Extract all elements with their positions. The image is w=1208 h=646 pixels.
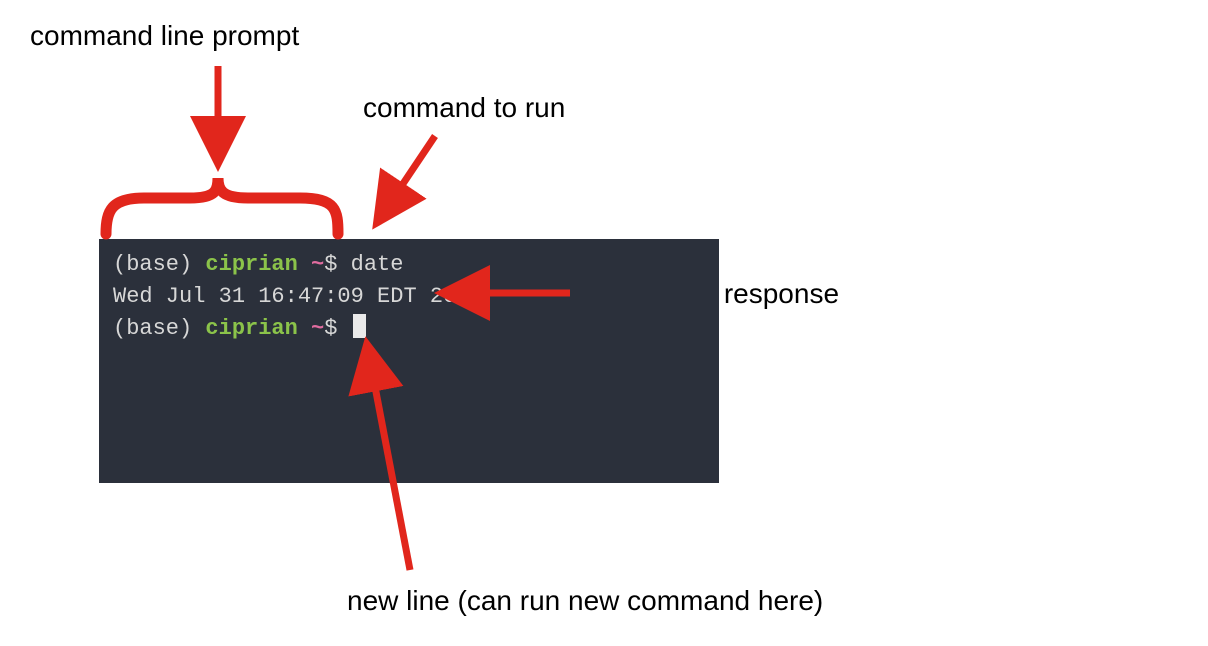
arrow-to-command-icon [380,136,435,218]
prompt-user: ciprian [205,316,297,341]
annotation-newline-label: new line (can run new command here) [347,585,823,617]
annotation-prompt-label: command line prompt [30,20,299,52]
curly-brace-icon [106,178,338,234]
terminal-window[interactable]: (base) ciprian ~$ date Wed Jul 31 16:47:… [99,239,719,483]
terminal-output: Wed Jul 31 16:47:09 EDT 2019 [113,281,705,313]
prompt-symbol: $ [324,252,337,277]
prompt-path: ~ [311,316,324,341]
terminal-line-3: (base) ciprian ~$ [113,313,705,345]
prompt-env: (base) [113,252,192,277]
command-text: date [351,252,404,277]
prompt-user: ciprian [205,252,297,277]
annotation-command-label: command to run [363,92,565,124]
terminal-line-1: (base) ciprian ~$ date [113,249,705,281]
prompt-env: (base) [113,316,192,341]
terminal-cursor[interactable] [353,314,366,338]
prompt-path: ~ [311,252,324,277]
prompt-symbol: $ [324,316,337,341]
